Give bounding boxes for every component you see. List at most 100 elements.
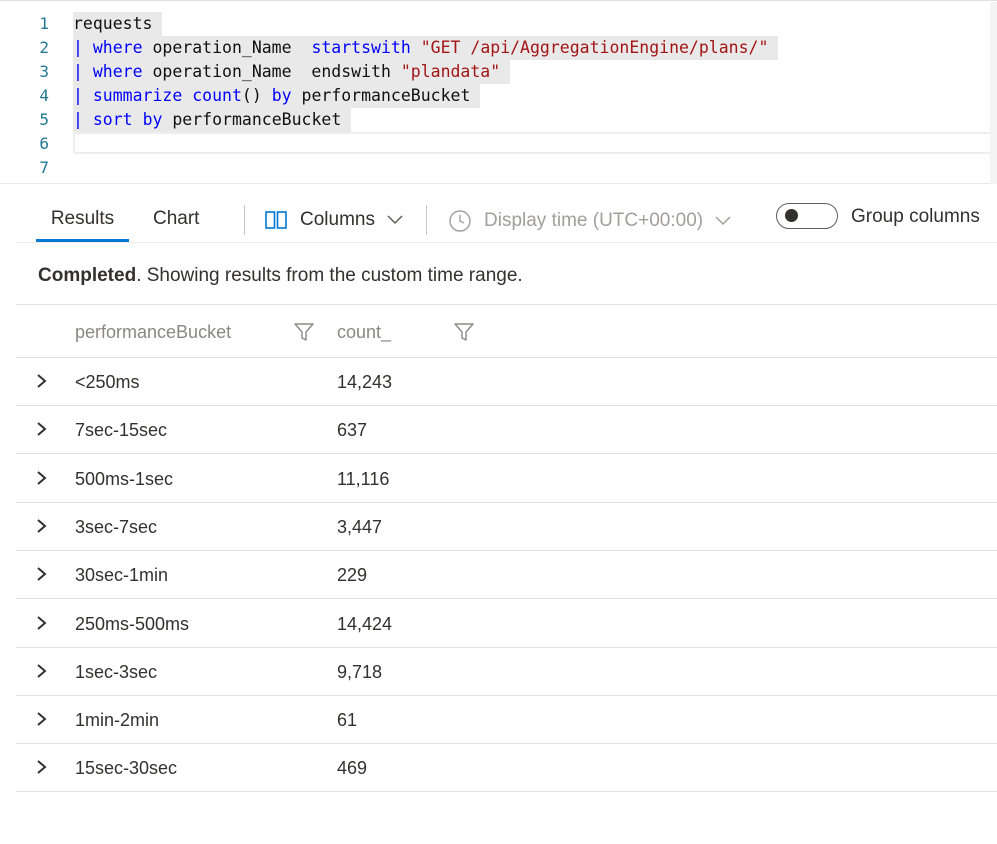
line-number: 2 <box>39 38 49 57</box>
code-token: | <box>73 110 93 129</box>
line-number: 6 <box>39 134 49 153</box>
cell-performancebucket: 1sec-3sec <box>75 662 158 682</box>
table-row[interactable]: 250ms-500ms 14,424 <box>16 600 997 648</box>
line-number: 7 <box>39 158 49 177</box>
code-token: performanceBucket <box>291 86 471 105</box>
row-divider <box>16 791 997 792</box>
code-line[interactable]: 1 requests <box>0 12 997 36</box>
code-token: summarize <box>92 86 183 105</box>
code-token: sort <box>92 110 133 129</box>
grid-top-border <box>16 304 997 305</box>
table-row[interactable]: 3sec-7sec 3,447 <box>16 503 997 551</box>
table-row[interactable]: 1sec-3sec 9,718 <box>16 648 997 696</box>
cell-count: 11,116 <box>337 469 390 489</box>
line-number: 1 <box>39 14 49 33</box>
chevron-right-icon[interactable] <box>34 372 50 390</box>
filter-icon[interactable] <box>293 321 315 343</box>
cell-count: 469 <box>337 758 368 778</box>
code-token: requests <box>73 14 153 33</box>
code-text: | sort by performanceBucket <box>73 108 352 132</box>
filter-icon[interactable] <box>453 321 475 343</box>
code-token: performanceBucket <box>162 110 342 129</box>
code-line[interactable]: 7 <box>0 156 997 180</box>
chevron-right-icon[interactable] <box>34 565 50 583</box>
table-row[interactable]: 7sec-15sec 637 <box>16 406 997 454</box>
cell-performancebucket: 1min-2min <box>75 710 160 730</box>
toolbar-divider <box>426 205 427 235</box>
code-token: operation_Name <box>142 38 312 57</box>
row-divider <box>16 598 997 599</box>
cell-count: 61 <box>337 710 358 730</box>
chevron-right-icon[interactable] <box>34 662 50 680</box>
chevron-down-icon <box>387 215 403 225</box>
code-token: count <box>192 86 242 105</box>
chevron-right-icon[interactable] <box>34 517 50 535</box>
row-divider <box>16 453 997 454</box>
column-header-performancebucket[interactable]: performanceBucket <box>75 318 231 346</box>
table-row[interactable]: 500ms-1sec 11,116 <box>16 455 997 503</box>
code-line[interactable]: 4 | summarize count() by performanceBucke… <box>0 84 997 108</box>
chevron-right-icon[interactable] <box>34 710 50 728</box>
group-columns-toggle[interactable] <box>776 203 838 229</box>
cell-count: 637 <box>337 420 368 440</box>
chevron-down-icon <box>715 216 731 226</box>
tab-chart[interactable]: Chart <box>153 196 199 242</box>
query-editor[interactable]: 1 requests 2 | where operation_Name starts… <box>0 0 997 184</box>
cell-performancebucket: 7sec-15sec <box>75 420 168 440</box>
chevron-right-icon[interactable] <box>34 758 50 776</box>
cell-performancebucket: 15sec-30sec <box>75 758 178 778</box>
current-line-highlight <box>73 132 997 154</box>
tab-results[interactable]: Results <box>36 196 129 242</box>
column-header-count[interactable]: count_ <box>337 318 391 346</box>
chevron-right-icon[interactable] <box>34 469 50 487</box>
code-token: operation_Name endswith <box>142 62 401 81</box>
table-row[interactable]: 30sec-1min 229 <box>16 551 997 599</box>
line-number: 5 <box>39 110 49 129</box>
code-token: by <box>271 86 292 105</box>
code-text: | summarize count() by performanceBucket <box>73 84 481 108</box>
group-columns-label: Group columns <box>851 206 980 227</box>
cell-performancebucket: 500ms-1sec <box>75 469 174 489</box>
code-token: startswith <box>311 38 411 57</box>
line-number: 3 <box>39 62 49 81</box>
cell-count: 229 <box>337 565 368 585</box>
table-row[interactable]: <250ms 14,243 <box>16 358 997 406</box>
code-text: requests <box>73 12 163 36</box>
status-detail: . Showing results from the custom time r… <box>136 265 523 286</box>
status-completed: Completed <box>38 265 137 286</box>
code-token: "GET /api/AggregationEngine/plans/" <box>420 38 769 57</box>
code-line[interactable]: 2 | where operation_Name startswith "GET … <box>0 36 997 60</box>
editor-scrollbar[interactable] <box>990 2 997 184</box>
cell-count: 14,243 <box>337 372 393 392</box>
table-row[interactable]: 15sec-30sec 469 <box>16 744 997 792</box>
toolbar-divider-line <box>16 242 997 243</box>
display-time-label: Display time (UTC+00:00) <box>484 210 704 231</box>
toolbar-divider <box>244 205 245 235</box>
columns-label: Columns <box>300 209 375 230</box>
line-number: 4 <box>39 86 49 105</box>
cell-performancebucket: 250ms-500ms <box>75 614 190 634</box>
cell-count: 3,447 <box>337 517 383 537</box>
code-text: | where operation_Name startswith "GET /… <box>73 36 779 60</box>
clock-icon <box>449 210 471 232</box>
toggle-knob <box>785 209 798 222</box>
code-line[interactable]: 3 | where operation_Name endswith "planda… <box>0 60 997 84</box>
cell-performancebucket: <250ms <box>75 372 140 392</box>
code-token: | <box>73 86 93 105</box>
cell-count: 9,718 <box>337 662 383 682</box>
code-line[interactable]: 5 | sort by performanceBucket <box>0 108 997 132</box>
cell-performancebucket: 30sec-1min <box>75 565 169 585</box>
table-row[interactable]: 1min-2min 61 <box>16 696 997 744</box>
cell-performancebucket: 3sec-7sec <box>75 517 158 537</box>
code-token: | <box>73 38 93 57</box>
display-time-dropdown[interactable]: Display time (UTC+00:00) <box>446 200 736 240</box>
columns-icon <box>265 211 287 229</box>
query-status-message: Completed. Showing results from the cust… <box>38 262 523 290</box>
chevron-right-icon[interactable] <box>34 614 50 632</box>
chevron-right-icon[interactable] <box>34 420 50 438</box>
code-text: | where operation_Name endswith "plandat… <box>73 60 511 84</box>
code-token: "plandata" <box>400 62 501 81</box>
